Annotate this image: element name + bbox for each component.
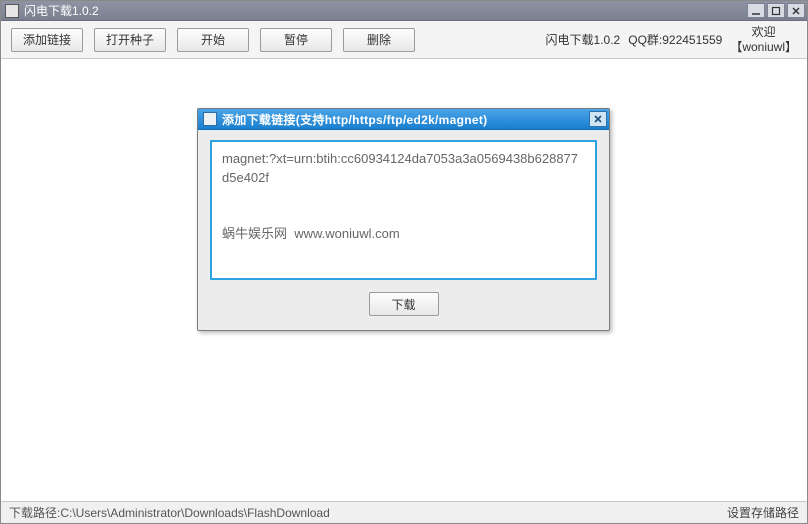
dialog-titlebar[interactable]: 添加下载链接(支持http/https/ftp/ed2k/magnet) bbox=[198, 109, 609, 130]
main-area: 添加下载链接(支持http/https/ftp/ed2k/magnet) 下载 bbox=[1, 59, 807, 501]
dialog-actions: 下载 bbox=[210, 292, 597, 316]
set-storage-path[interactable]: 设置存储路径 bbox=[727, 504, 799, 521]
open-seed-button[interactable]: 打开种子 bbox=[94, 28, 166, 52]
path-value: C:\Users\Administrator\Downloads\FlashDo… bbox=[60, 506, 329, 520]
download-button[interactable]: 下载 bbox=[369, 292, 439, 316]
delete-button[interactable]: 删除 bbox=[343, 28, 415, 52]
statusbar: 下载路径:C:\Users\Administrator\Downloads\Fl… bbox=[1, 501, 807, 523]
link-textarea[interactable] bbox=[210, 140, 597, 280]
app-icon bbox=[5, 4, 19, 18]
path-label: 下载路径: bbox=[9, 506, 60, 520]
version-label: 闪电下载1.0.2 bbox=[546, 31, 621, 48]
add-link-dialog: 添加下载链接(支持http/https/ftp/ed2k/magnet) 下载 bbox=[197, 108, 610, 331]
dialog-close-button[interactable] bbox=[589, 111, 607, 127]
minimize-icon bbox=[751, 6, 761, 16]
dialog-icon bbox=[203, 112, 217, 126]
toolbar-info: 闪电下载1.0.2 QQ群:922451559 欢迎 【woniuwl】 bbox=[546, 25, 797, 54]
welcome-label: 欢迎 【woniuwl】 bbox=[730, 25, 797, 54]
titlebar: 闪电下载1.0.2 bbox=[1, 1, 807, 21]
start-button[interactable]: 开始 bbox=[177, 28, 249, 52]
maximize-button[interactable] bbox=[767, 3, 785, 18]
close-icon bbox=[593, 114, 603, 124]
window-controls bbox=[747, 3, 805, 18]
window-title: 闪电下载1.0.2 bbox=[24, 2, 747, 19]
dialog-body: 下载 bbox=[198, 130, 609, 330]
close-button[interactable] bbox=[787, 3, 805, 18]
pause-button[interactable]: 暂停 bbox=[260, 28, 332, 52]
add-link-button[interactable]: 添加链接 bbox=[11, 28, 83, 52]
toolbar: 添加链接 打开种子 开始 暂停 删除 闪电下载1.0.2 QQ群:9224515… bbox=[1, 21, 807, 59]
close-icon bbox=[791, 6, 801, 16]
welcome-line1: 欢迎 bbox=[730, 25, 797, 39]
dialog-title: 添加下载链接(支持http/https/ftp/ed2k/magnet) bbox=[222, 111, 589, 128]
maximize-icon bbox=[771, 6, 781, 16]
app-window: 闪电下载1.0.2 添加链接 打开种子 开始 暂停 删除 闪电下载1.0.2 Q… bbox=[0, 0, 808, 524]
download-path: 下载路径:C:\Users\Administrator\Downloads\Fl… bbox=[9, 504, 727, 521]
qq-group-label: QQ群:922451559 bbox=[628, 31, 722, 48]
toolbar-buttons: 添加链接 打开种子 开始 暂停 删除 bbox=[11, 28, 415, 52]
welcome-line2: 【woniuwl】 bbox=[730, 40, 797, 54]
minimize-button[interactable] bbox=[747, 3, 765, 18]
